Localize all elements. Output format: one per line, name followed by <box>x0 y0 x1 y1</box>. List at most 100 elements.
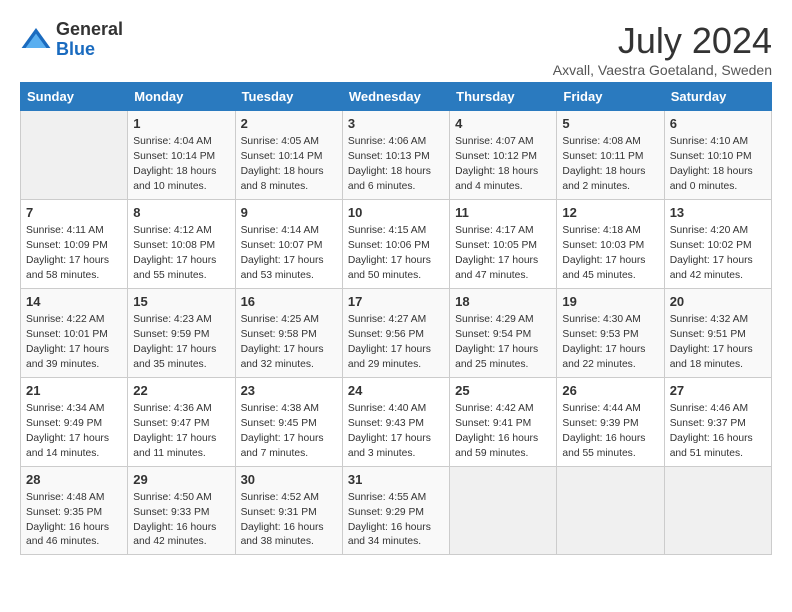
day-info: Sunrise: 4:44 AMSunset: 9:39 PMDaylight:… <box>562 402 658 462</box>
week-row-1: 1Sunrise: 4:04 AMSunset: 10:14 PMDayligh… <box>21 111 772 200</box>
logo-general: General <box>56 19 123 39</box>
calendar-cell <box>450 466 557 555</box>
day-info: Sunrise: 4:06 AMSunset: 10:13 PMDaylight… <box>348 135 444 195</box>
day-info: Sunrise: 4:23 AMSunset: 9:59 PMDaylight:… <box>133 313 229 373</box>
day-number: 22 <box>133 382 229 400</box>
day-info: Sunrise: 4:34 AMSunset: 9:49 PMDaylight:… <box>26 402 122 462</box>
weekday-header-thursday: Thursday <box>450 83 557 111</box>
day-number: 11 <box>455 204 551 222</box>
logo-blue: Blue <box>56 39 95 59</box>
location-subtitle: Axvall, Vaestra Goetaland, Sweden <box>553 62 772 78</box>
day-info: Sunrise: 4:30 AMSunset: 9:53 PMDaylight:… <box>562 313 658 373</box>
day-info: Sunrise: 4:18 AMSunset: 10:03 PMDaylight… <box>562 224 658 284</box>
day-number: 12 <box>562 204 658 222</box>
day-info: Sunrise: 4:12 AMSunset: 10:08 PMDaylight… <box>133 224 229 284</box>
day-number: 25 <box>455 382 551 400</box>
calendar-cell: 30 Sunrise: 4:52 AMSunset: 9:31 PMDayligh… <box>235 466 342 555</box>
day-number: 14 <box>26 293 122 311</box>
day-number: 6 <box>670 115 766 133</box>
day-info: Sunrise: 4:11 AMSunset: 10:09 PMDaylight… <box>26 224 122 284</box>
calendar-cell: 17 Sunrise: 4:27 AMSunset: 9:56 PMDayligh… <box>342 288 449 377</box>
day-number: 24 <box>348 382 444 400</box>
weekday-header-sunday: Sunday <box>21 83 128 111</box>
day-info: Sunrise: 4:10 AMSunset: 10:10 PMDaylight… <box>670 135 766 195</box>
day-number: 26 <box>562 382 658 400</box>
calendar-cell: 29Sunrise: 4:50 AMSunset: 9:33 PMDayligh… <box>128 466 235 555</box>
day-info: Sunrise: 4:52 AMSunset: 9:31 PMDaylight:… <box>241 491 337 551</box>
day-info: Sunrise: 4:36 AMSunset: 9:47 PMDaylight:… <box>133 402 229 462</box>
calendar-cell: 3 Sunrise: 4:06 AMSunset: 10:13 PMDayligh… <box>342 111 449 200</box>
calendar-cell: 13 Sunrise: 4:20 AMSunset: 10:02 PMDaylig… <box>664 199 771 288</box>
day-info: Sunrise: 4:17 AMSunset: 10:05 PMDaylight… <box>455 224 551 284</box>
day-info: Sunrise: 4:22 AMSunset: 10:01 PMDaylight… <box>26 313 122 373</box>
calendar-cell: 21 Sunrise: 4:34 AMSunset: 9:49 PMDayligh… <box>21 377 128 466</box>
header: General Blue July 2024 Axvall, Vaestra G… <box>20 20 772 78</box>
day-number: 29 <box>133 471 229 489</box>
week-row-3: 14 Sunrise: 4:22 AMSunset: 10:01 PMDaylig… <box>21 288 772 377</box>
day-number: 2 <box>241 115 337 133</box>
day-info: Sunrise: 4:05 AMSunset: 10:14 PMDaylight… <box>241 135 337 195</box>
calendar-cell: 19 Sunrise: 4:30 AMSunset: 9:53 PMDayligh… <box>557 288 664 377</box>
weekday-header-wednesday: Wednesday <box>342 83 449 111</box>
calendar-cell: 11 Sunrise: 4:17 AMSunset: 10:05 PMDaylig… <box>450 199 557 288</box>
day-info: Sunrise: 4:46 AMSunset: 9:37 PMDaylight:… <box>670 402 766 462</box>
logo-icon <box>20 24 52 56</box>
day-info: Sunrise: 4:20 AMSunset: 10:02 PMDaylight… <box>670 224 766 284</box>
calendar-cell: 8 Sunrise: 4:12 AMSunset: 10:08 PMDayligh… <box>128 199 235 288</box>
calendar-cell: 2 Sunrise: 4:05 AMSunset: 10:14 PMDayligh… <box>235 111 342 200</box>
day-info: Sunrise: 4:04 AMSunset: 10:14 PMDaylight… <box>133 135 229 195</box>
day-number: 16 <box>241 293 337 311</box>
calendar-cell: 27 Sunrise: 4:46 AMSunset: 9:37 PMDayligh… <box>664 377 771 466</box>
day-info: Sunrise: 4:55 AMSunset: 9:29 PMDaylight:… <box>348 491 444 551</box>
day-info: Sunrise: 4:42 AMSunset: 9:41 PMDaylight:… <box>455 402 551 462</box>
day-info: Sunrise: 4:08 AMSunset: 10:11 PMDaylight… <box>562 135 658 195</box>
day-number: 3 <box>348 115 444 133</box>
calendar-cell: 9 Sunrise: 4:14 AMSunset: 10:07 PMDayligh… <box>235 199 342 288</box>
day-info: Sunrise: 4:25 AMSunset: 9:58 PMDaylight:… <box>241 313 337 373</box>
calendar-cell: 15 Sunrise: 4:23 AMSunset: 9:59 PMDayligh… <box>128 288 235 377</box>
calendar-cell: 18 Sunrise: 4:29 AMSunset: 9:54 PMDayligh… <box>450 288 557 377</box>
day-number: 23 <box>241 382 337 400</box>
day-number: 19 <box>562 293 658 311</box>
day-number: 20 <box>670 293 766 311</box>
weekday-header-tuesday: Tuesday <box>235 83 342 111</box>
day-info: Sunrise: 4:29 AMSunset: 9:54 PMDaylight:… <box>455 313 551 373</box>
day-number: 10 <box>348 204 444 222</box>
day-number: 9 <box>241 204 337 222</box>
day-number: 31 <box>348 471 444 489</box>
day-info: Sunrise: 4:32 AMSunset: 9:51 PMDaylight:… <box>670 313 766 373</box>
calendar-cell: 16 Sunrise: 4:25 AMSunset: 9:58 PMDayligh… <box>235 288 342 377</box>
calendar-table: SundayMondayTuesdayWednesdayThursdayFrid… <box>20 82 772 555</box>
calendar-cell: 28 Sunrise: 4:48 AMSunset: 9:35 PMDayligh… <box>21 466 128 555</box>
day-number: 21 <box>26 382 122 400</box>
calendar-cell: 22 Sunrise: 4:36 AMSunset: 9:47 PMDayligh… <box>128 377 235 466</box>
day-info: Sunrise: 4:48 AMSunset: 9:35 PMDaylight:… <box>26 491 122 551</box>
day-info: Sunrise: 4:27 AMSunset: 9:56 PMDaylight:… <box>348 313 444 373</box>
calendar-cell: 24Sunrise: 4:40 AMSunset: 9:43 PMDayligh… <box>342 377 449 466</box>
logo: General Blue <box>20 20 123 60</box>
day-number: 4 <box>455 115 551 133</box>
day-number: 27 <box>670 382 766 400</box>
calendar-cell: 10 Sunrise: 4:15 AMSunset: 10:06 PMDaylig… <box>342 199 449 288</box>
day-number: 18 <box>455 293 551 311</box>
weekday-header-saturday: Saturday <box>664 83 771 111</box>
calendar-cell: 20 Sunrise: 4:32 AMSunset: 9:51 PMDayligh… <box>664 288 771 377</box>
weekday-header-row: SundayMondayTuesdayWednesdayThursdayFrid… <box>21 83 772 111</box>
day-info: Sunrise: 4:15 AMSunset: 10:06 PMDaylight… <box>348 224 444 284</box>
calendar-cell: 25 Sunrise: 4:42 AMSunset: 9:41 PMDayligh… <box>450 377 557 466</box>
day-number: 15 <box>133 293 229 311</box>
day-number: 8 <box>133 204 229 222</box>
day-number: 28 <box>26 471 122 489</box>
calendar-cell <box>664 466 771 555</box>
day-number: 30 <box>241 471 337 489</box>
week-row-2: 7Sunrise: 4:11 AMSunset: 10:09 PMDayligh… <box>21 199 772 288</box>
day-info: Sunrise: 4:14 AMSunset: 10:07 PMDaylight… <box>241 224 337 284</box>
calendar-cell: 4Sunrise: 4:07 AMSunset: 10:12 PMDayligh… <box>450 111 557 200</box>
calendar-cell: 1Sunrise: 4:04 AMSunset: 10:14 PMDayligh… <box>128 111 235 200</box>
weekday-header-monday: Monday <box>128 83 235 111</box>
day-number: 17 <box>348 293 444 311</box>
calendar-cell: 23Sunrise: 4:38 AMSunset: 9:45 PMDayligh… <box>235 377 342 466</box>
day-number: 13 <box>670 204 766 222</box>
calendar-cell: 31 Sunrise: 4:55 AMSunset: 9:29 PMDayligh… <box>342 466 449 555</box>
week-row-5: 28 Sunrise: 4:48 AMSunset: 9:35 PMDayligh… <box>21 466 772 555</box>
